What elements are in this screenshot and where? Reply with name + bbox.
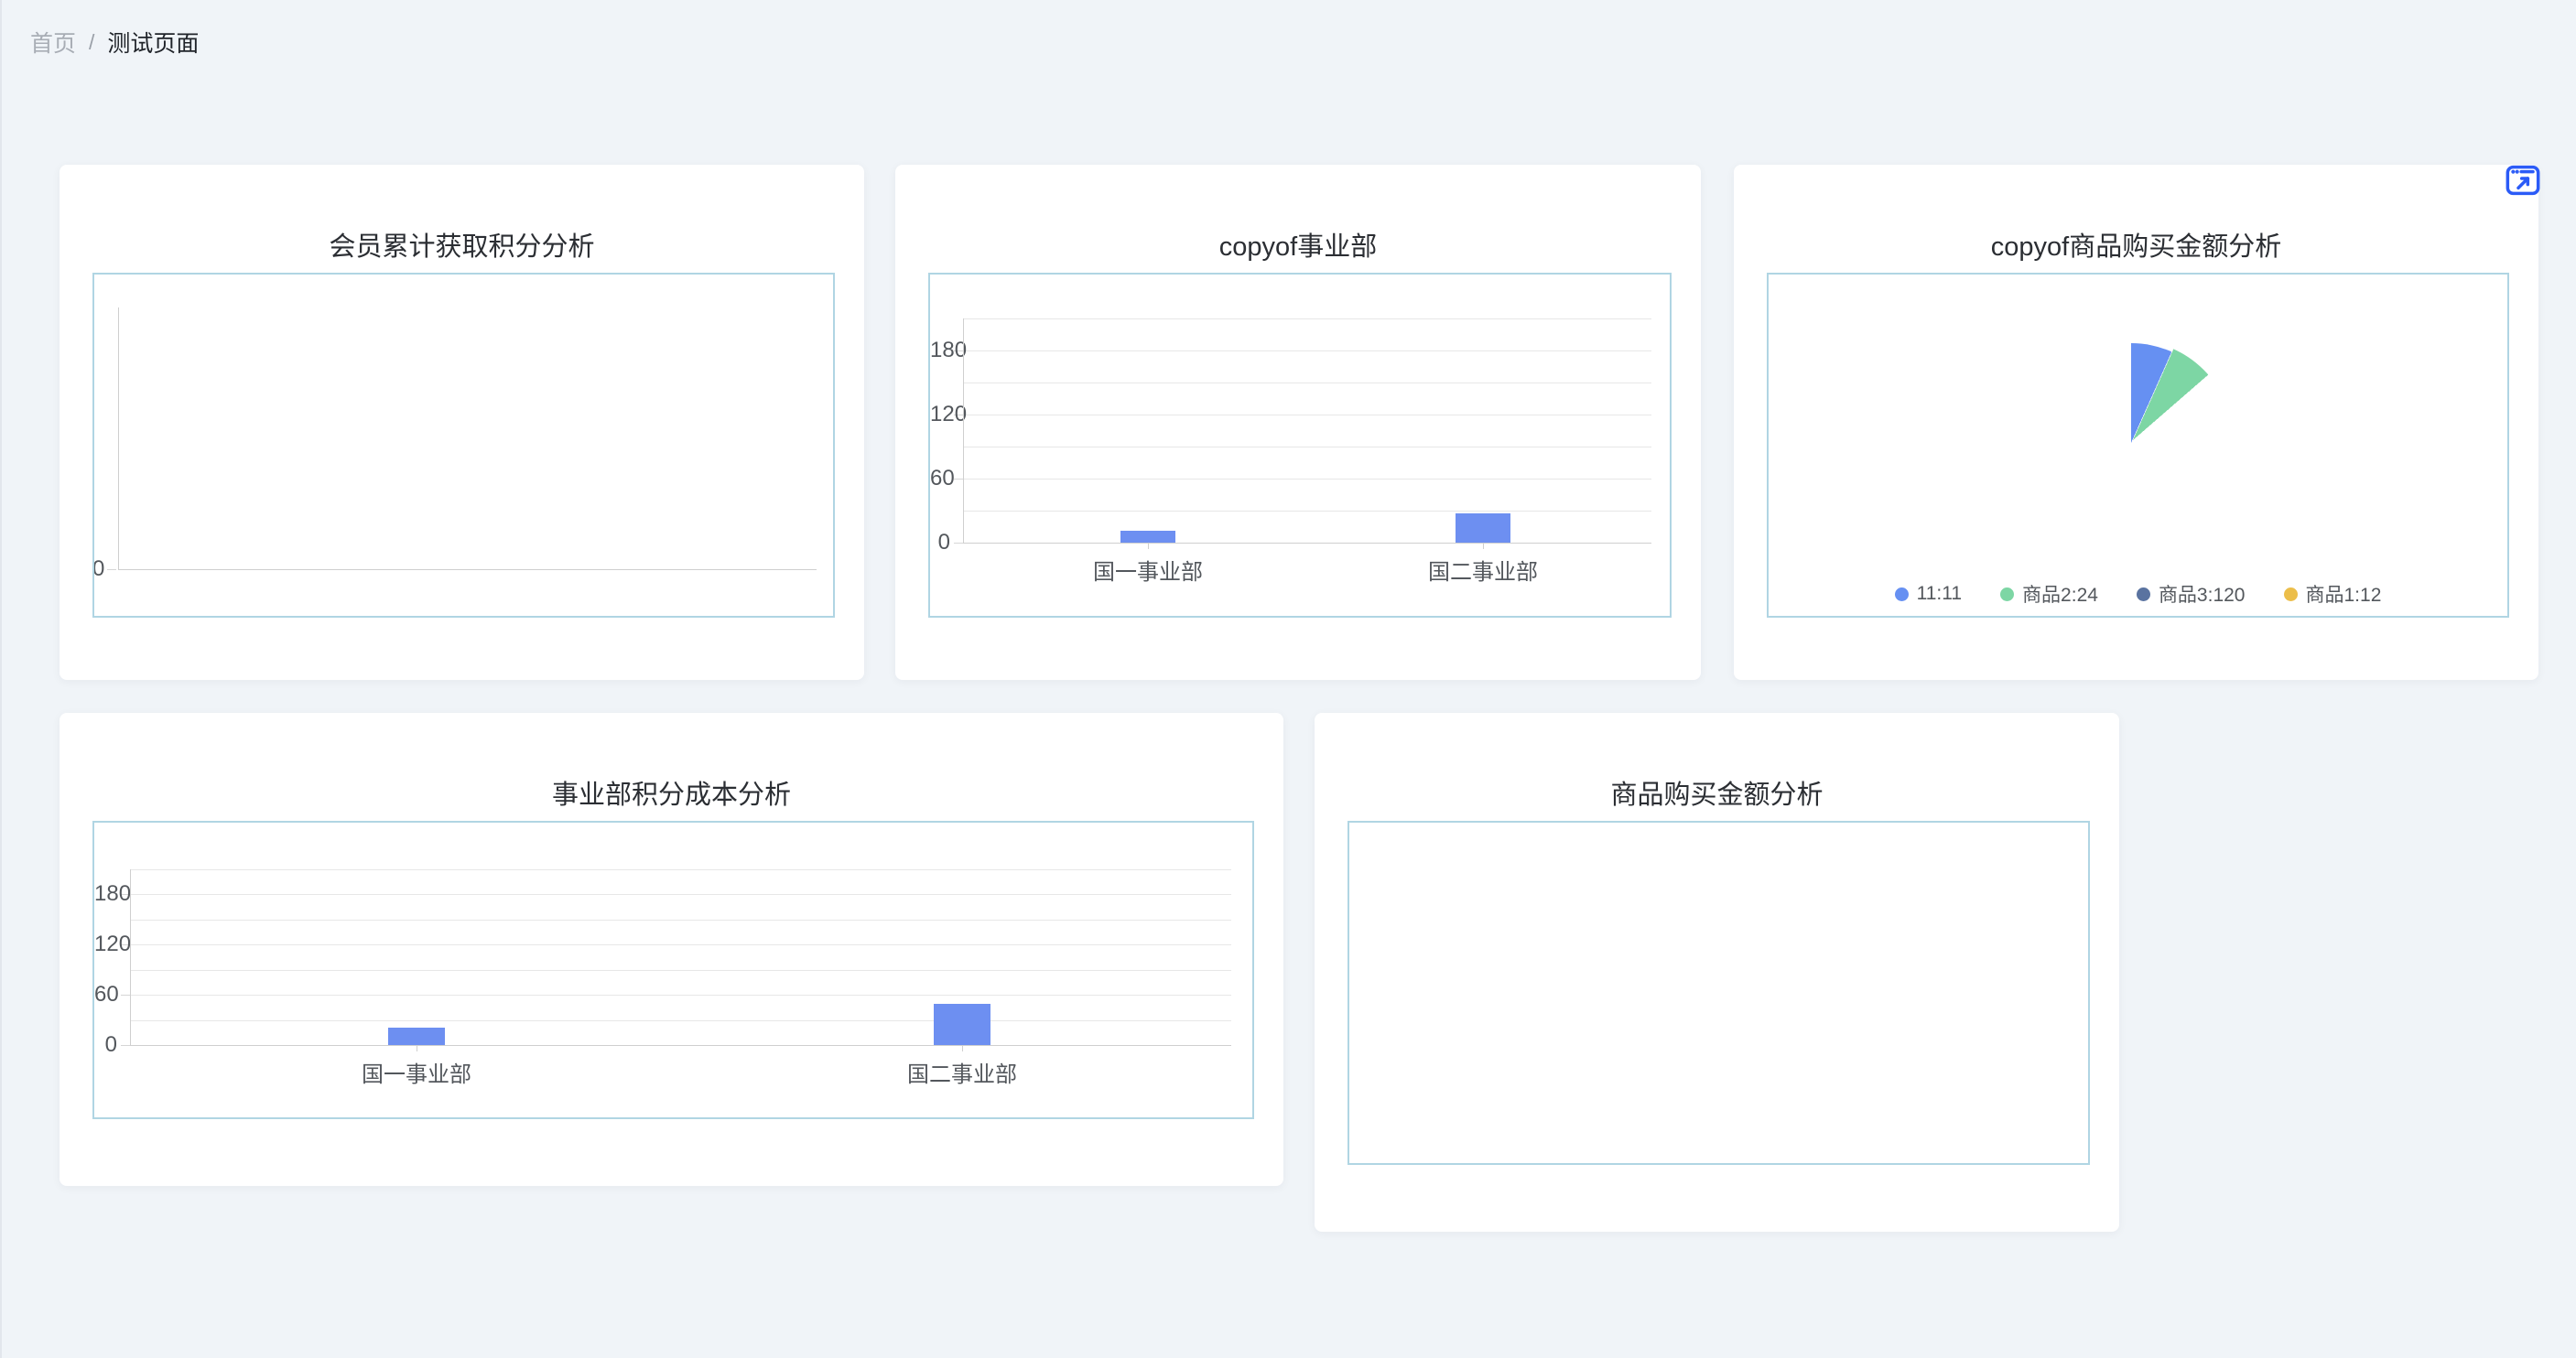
chart-canvas-division-cost: 0 60 120 180 国一事业部 国二事业部: [92, 821, 1254, 1119]
legend-label: 商品1:12: [2306, 580, 2382, 608]
grid-line: [963, 318, 1651, 319]
y-tick-label: 60: [930, 468, 950, 490]
grid-line: [130, 944, 1231, 945]
y-axis-line: [963, 318, 964, 543]
breadcrumb-separator: /: [89, 30, 94, 55]
card-product-amount: 商品购买金额分析: [1315, 713, 2119, 1232]
breadcrumb-current: 测试页面: [107, 26, 199, 59]
grid-line: [963, 350, 1651, 351]
x-category-label: 国二事业部: [861, 1056, 1063, 1088]
grid-line: [130, 894, 1231, 895]
legend-label: 11:11: [1917, 583, 1962, 605]
y-axis-tick: [121, 1045, 130, 1046]
y-tick-label: 120: [94, 933, 117, 955]
legend-label: 商品2:24: [2022, 580, 2098, 608]
y-tick-label: 180: [94, 883, 117, 905]
dashboard-page: 首页 / 测试页面 会员累计获取积分分析 0 copyof事业部 0 60 120 1…: [0, 0, 2576, 1358]
legend-item-product3[interactable]: 商品3:120: [2137, 580, 2246, 608]
chart-title-product-amount: 商品购买金额分析: [1315, 773, 2119, 803]
x-axis-tick: [1483, 543, 1484, 549]
grid-line: [130, 869, 1231, 870]
chart-canvas-member-points: 0: [92, 273, 835, 618]
chart-canvas-product-amount: [1348, 821, 2090, 1165]
x-axis-line: [963, 543, 1651, 544]
y-tick-label: 180: [930, 340, 950, 361]
y-tick-label: 120: [930, 404, 950, 426]
pie-legend: 11:11 商品2:24 商品3:120 商品1:12: [1769, 580, 2507, 608]
bar-国一事业部: [388, 1028, 445, 1045]
legend-dot-yellow: [2284, 587, 2298, 601]
y-tick-label: 0: [930, 532, 950, 554]
card-copy-product-amount: copyof商品购买金额分析 11:11 商品2:24 商品3:120: [1734, 165, 2538, 680]
card-member-points: 会员累计获取积分分析 0: [60, 165, 864, 680]
bar-国一事业部: [1120, 531, 1175, 543]
grid-line: [963, 479, 1651, 480]
chart-canvas-copy-division: 0 60 120 180 国一事业部 国二事业部: [928, 273, 1672, 618]
legend-item-product2[interactable]: 商品2:24: [2000, 580, 2098, 608]
y-axis-line: [118, 307, 119, 569]
bar-国二事业部: [1456, 513, 1510, 543]
grid-line: [130, 920, 1231, 921]
chart-title-copy-product-amount: copyof商品购买金额分析: [1734, 225, 2538, 254]
open-in-new-window-icon[interactable]: [2505, 162, 2541, 199]
y-axis-line: [130, 869, 131, 1046]
x-axis-line: [130, 1045, 1231, 1046]
y-axis-tick: [954, 479, 963, 480]
grid-line: [130, 1020, 1231, 1021]
pie-slice-商品2[interactable]: [2033, 340, 2233, 540]
grid-line: [963, 511, 1651, 512]
legend-dot-navy: [2137, 587, 2150, 601]
x-category-label: 国二事业部: [1382, 554, 1584, 586]
legend-label: 商品3:120: [2159, 580, 2246, 608]
chart-title-copy-division: copyof事业部: [895, 225, 1701, 254]
x-axis-line: [118, 569, 817, 570]
chart-title-member-points: 会员累计获取积分分析: [60, 225, 864, 254]
y-axis-tick: [107, 569, 116, 570]
x-axis-tick: [962, 1045, 963, 1051]
y-tick-label-zero: 0: [92, 558, 107, 580]
breadcrumb: 首页 / 测试页面: [30, 26, 199, 59]
grid-line: [130, 970, 1231, 971]
page-left-divider: [0, 0, 2, 1358]
legend-dot-green: [2000, 587, 2014, 601]
bar-国二事业部: [934, 1004, 990, 1045]
card-copy-division: copyof事业部 0 60 120 180 国一事业部 国二事业部: [895, 165, 1701, 680]
legend-dot-blue: [1895, 587, 1909, 601]
y-tick-label: 60: [94, 984, 117, 1006]
card-division-cost: 事业部积分成本分析 0 60 120 180 国一事业部 国二事业部: [60, 713, 1283, 1186]
chart-title-division-cost: 事业部积分成本分析: [60, 773, 1283, 803]
pie-chart: [2031, 343, 2231, 543]
y-axis-tick: [954, 543, 963, 544]
legend-item-11[interactable]: 11:11: [1895, 583, 1962, 605]
x-category-label: 国一事业部: [1047, 554, 1249, 586]
x-category-label: 国一事业部: [316, 1056, 517, 1088]
chart-canvas-copy-product-amount: 11:11 商品2:24 商品3:120 商品1:12: [1767, 273, 2509, 618]
y-tick-label: 0: [94, 1034, 117, 1056]
grid-line: [130, 995, 1231, 996]
legend-item-product1[interactable]: 商品1:12: [2284, 580, 2382, 608]
x-axis-tick: [1148, 543, 1149, 549]
breadcrumb-home-link[interactable]: 首页: [30, 26, 76, 59]
y-axis-tick: [121, 995, 130, 996]
